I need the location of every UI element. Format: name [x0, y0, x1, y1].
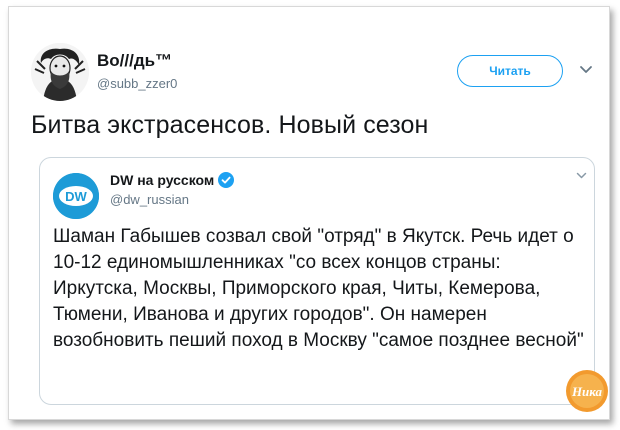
tweet-card: Во///дь™ @subb_zzer0 Читать Битва экстра…	[8, 6, 610, 420]
portrait-avatar-icon	[31, 43, 89, 101]
watermark-text: Ника	[571, 384, 603, 399]
author-handle[interactable]: @subb_zzer0	[97, 76, 177, 91]
quoted-author-handle[interactable]: @dw_russian	[110, 192, 189, 207]
dw-avatar[interactable]: DW	[53, 173, 99, 219]
quoted-chevron-down-icon[interactable]	[576, 172, 587, 180]
tweet-text: Битва экстрасенсов. Новый сезон	[31, 111, 429, 139]
watermark-logo-icon: Ника	[566, 370, 608, 412]
author-name[interactable]: Во///дь™	[97, 51, 172, 71]
verified-badge-icon	[218, 172, 234, 188]
author-avatar[interactable]	[31, 43, 89, 101]
dw-logo-text: DW	[65, 189, 87, 204]
follow-button[interactable]: Читать	[457, 55, 563, 87]
dw-logo-icon: DW	[53, 173, 99, 219]
quoted-tweet[interactable]: DW DW на русском @dw_russian Шаман Габыш…	[39, 157, 595, 405]
quoted-author-name[interactable]: DW на русском	[110, 172, 214, 188]
chevron-down-icon[interactable]	[579, 65, 593, 75]
quoted-tweet-text: Шаман Габышев созвал свой "отряд" в Якут…	[53, 226, 584, 351]
